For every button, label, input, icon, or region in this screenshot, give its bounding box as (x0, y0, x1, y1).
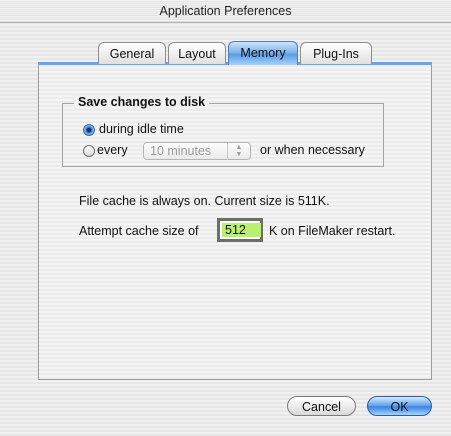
radio-every[interactable] (83, 145, 95, 157)
tab-memory[interactable]: Memory (228, 41, 298, 65)
cache-size-value[interactable]: 512 (222, 223, 261, 237)
cache-attempt-suffix: K on FileMaker restart. (269, 224, 396, 238)
interval-select[interactable]: 10 minutes ▲ ▼ (143, 142, 251, 160)
radio-during-idle-time[interactable] (83, 124, 95, 136)
ok-button[interactable]: OK (367, 396, 432, 416)
tab-general[interactable]: General (98, 42, 166, 64)
interval-value: 10 minutes (150, 144, 212, 158)
cache-info-text: File cache is always on. Current size is… (79, 194, 330, 208)
save-changes-title: Save changes to disk (74, 95, 210, 109)
radio-label-every: every (97, 143, 128, 157)
tab-layout[interactable]: Layout (168, 42, 226, 64)
cancel-button[interactable]: Cancel (287, 396, 356, 416)
tab-plug-ins[interactable]: Plug-Ins (300, 42, 372, 64)
window-title: Application Preferences (0, 0, 451, 23)
cache-attempt-prefix: Attempt cache size of (79, 224, 199, 238)
every-suffix-label: or when necessary (260, 143, 365, 157)
preferences-window: Application Preferences General Layout M… (0, 0, 451, 436)
cache-size-field[interactable]: 512 (217, 218, 263, 242)
radio-label-idle: during idle time (99, 122, 184, 136)
updown-arrows-icon: ▲ ▼ (227, 143, 250, 160)
